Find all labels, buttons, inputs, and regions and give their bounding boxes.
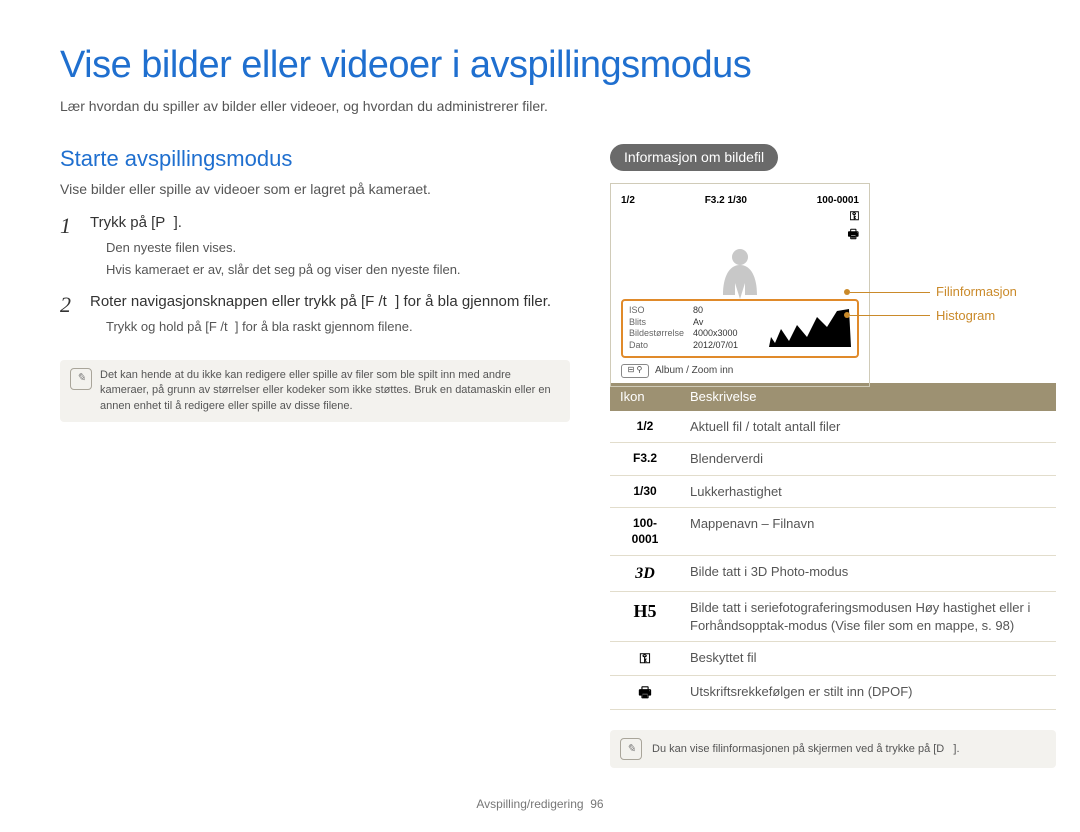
note-icon: ✎: [70, 368, 92, 390]
step-1: 1 Trykk på [P ]. Den nyeste filen vises.…: [60, 213, 570, 282]
table-desc-cell: Bilde tatt i seriefotograferingsmodusen …: [680, 592, 1056, 642]
size-label: Bildestørrelse: [629, 328, 684, 340]
table-row: 1/30Lukkerhastighet: [610, 475, 1056, 508]
iso-label: ISO: [629, 305, 645, 317]
diag-top-left: 1/2: [621, 194, 635, 242]
footer-pagenum: 96: [590, 797, 603, 811]
callout-fileinfo: Filinformasjon: [936, 283, 1017, 301]
step-1-desc-1: Den nyeste filen vises.: [106, 239, 570, 257]
note-text-right: Du kan vise filinformasjonen på skjermen…: [652, 742, 960, 757]
footer-section: Avspilling/redigering: [476, 797, 583, 811]
table-icon-cell: F3.2: [610, 443, 680, 476]
note-text-left: Det kan hende at du ikke kan redigere el…: [100, 368, 560, 414]
note-box-left: ✎ Det kan hende at du ikke kan redigere …: [60, 360, 570, 422]
table-icon-cell: 100-0001: [610, 508, 680, 555]
note-icon: ✎: [620, 738, 642, 760]
table-row: 100-0001Mappenavn – Filnavn: [610, 508, 1056, 555]
note-box-right: ✎ Du kan vise filinformasjonen på skjerm…: [610, 730, 1056, 768]
step-number: 2: [60, 292, 90, 340]
flash-value: Av: [693, 317, 703, 329]
table-desc-cell: Beskyttet fil: [680, 642, 1056, 676]
size-value: 4000x3000: [693, 328, 738, 340]
section-sub-left: Vise bilder eller spille av videoer som …: [60, 180, 570, 199]
table-header-icon: Ikon: [610, 383, 680, 411]
table-row: H5Bilde tatt i seriefotograferingsmoduse…: [610, 592, 1056, 642]
step-1-desc-2: Hvis kameraet er av, slår det seg på og …: [106, 261, 570, 279]
step-2-desc-1: Trykk og hold på [F /t ] for å bla raskt…: [106, 318, 570, 336]
callout-line: [850, 292, 930, 293]
date-value: 2012/07/01: [693, 340, 738, 352]
lock-icon: ⚿: [817, 208, 859, 224]
table-row: 3DBilde tatt i 3D Photo-modus: [610, 555, 1056, 592]
callout-histogram: Histogram: [936, 307, 995, 325]
info-pill: Informasjon om bildefil: [610, 144, 778, 171]
table-row: 1/2Aktuell fil / totalt antall filer: [610, 411, 1056, 443]
section-heading-left: Starte avspillingsmodus: [60, 144, 570, 174]
callout-line: [850, 315, 930, 316]
table-icon-cell: H5: [610, 592, 680, 642]
table-desc-cell: Aktuell fil / totalt antall filer: [680, 411, 1056, 443]
diag-top-mid: F3.2 1/30: [705, 194, 747, 242]
photo-silhouette: [715, 244, 765, 299]
icon-table: Ikon Beskrivelse 1/2Aktuell fil / totalt…: [610, 383, 1056, 710]
album-zoom-icon: ⊟ ⚲: [621, 364, 649, 378]
page-title: Vise bilder eller videoer i avspillingsm…: [60, 40, 1020, 91]
flash-label: Blits: [629, 317, 646, 329]
printer-icon: 🖶: [817, 226, 859, 242]
table-desc-cell: Blenderverdi: [680, 443, 1056, 476]
step-number: 1: [60, 213, 90, 282]
table-header-desc: Beskrivelse: [680, 383, 1056, 411]
table-desc-cell: Lukkerhastighet: [680, 475, 1056, 508]
table-icon-cell: 1/30: [610, 475, 680, 508]
iso-value: 80: [693, 305, 703, 317]
table-desc-cell: Bilde tatt i 3D Photo-modus: [680, 555, 1056, 592]
file-info-box: ISO 80 Blits Av Bildestørrelse 4000x3000 Da…: [621, 299, 859, 358]
date-label: Dato: [629, 340, 648, 352]
histogram-icon: [761, 307, 851, 347]
album-zoom-label: Album / Zoom inn: [655, 364, 733, 378]
table-icon-cell: 3D: [610, 555, 680, 592]
table-desc-cell: Utskriftsrekkefølgen er stilt inn (DPOF): [680, 676, 1056, 710]
diag-top-right: 100-0001: [817, 195, 859, 206]
table-icon-cell: 🖶: [610, 676, 680, 710]
table-icon-cell: 1/2: [610, 411, 680, 443]
table-row: 🖶Utskriftsrekkefølgen er stilt inn (DPOF…: [610, 676, 1056, 710]
table-row: F3.2Blenderverdi: [610, 443, 1056, 476]
page-footer: Avspilling/redigering 96: [60, 796, 1020, 812]
table-desc-cell: Mappenavn – Filnavn: [680, 508, 1056, 555]
table-row: ⚿Beskyttet fil: [610, 642, 1056, 676]
step-1-title: Trykk på [P ].: [90, 213, 570, 233]
screen-diagram: 1/2 F3.2 1/30 100-0001 ⚿ 🖶: [610, 183, 870, 387]
step-2-title: Roter navigasjonsknappen eller trykk på …: [90, 292, 570, 312]
table-icon-cell: ⚿: [610, 642, 680, 676]
page-intro: Lær hvordan du spiller av bilder eller v…: [60, 97, 1020, 116]
step-2: 2 Roter navigasjonsknappen eller trykk p…: [60, 292, 570, 340]
